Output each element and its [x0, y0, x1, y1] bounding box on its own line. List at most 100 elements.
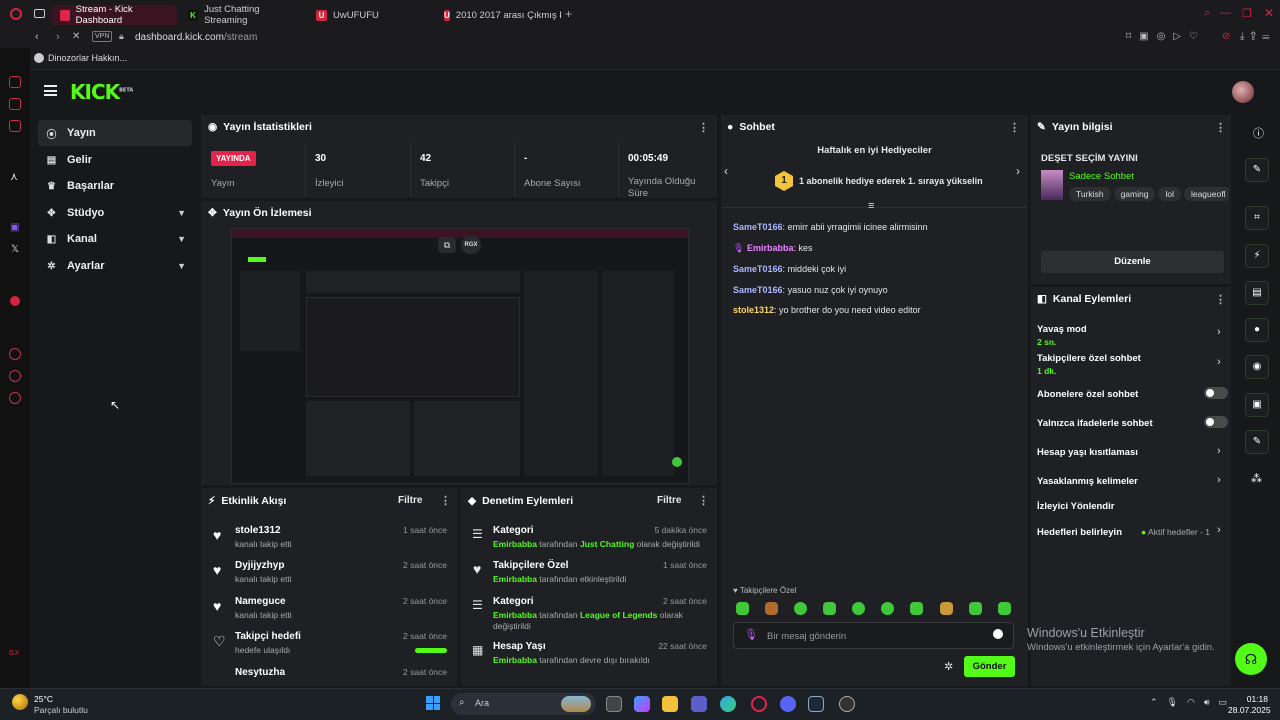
steam-icon[interactable]: [808, 696, 824, 712]
kick-logo[interactable]: KICKBETA: [70, 80, 133, 104]
clock-date[interactable]: 28.07.2025: [1228, 705, 1271, 715]
activity-filter-button[interactable]: Filtre: [398, 495, 422, 506]
emote-icon[interactable]: [940, 602, 953, 615]
chat-menu-icon[interactable]: ⋮: [1009, 121, 1020, 134]
chevron-right-icon[interactable]: ›: [1217, 326, 1221, 338]
emote-icon[interactable]: [794, 602, 807, 615]
hamburger-menu-icon[interactable]: [44, 85, 57, 96]
chevron-right-icon[interactable]: ›: [1217, 356, 1221, 368]
chat-user[interactable]: SameT0166: [733, 285, 783, 295]
gifters-prev-icon[interactable]: ‹: [724, 164, 728, 178]
file-explorer-icon[interactable]: [662, 696, 678, 712]
emote-icon[interactable]: [823, 602, 836, 615]
account-age-row[interactable]: Hesap yaşı kısıtlaması: [1037, 447, 1138, 458]
banned-words-row[interactable]: Yasaklanmış kelimeler: [1037, 476, 1138, 487]
download-menu-icons[interactable]: ⤓⇪☰: [1240, 31, 1276, 42]
stats-menu-icon[interactable]: ⋮: [698, 121, 709, 134]
activity-menu-icon[interactable]: ⋮: [440, 494, 451, 507]
scan-icon[interactable]: ⌗: [1245, 206, 1269, 230]
tab-2010-2017[interactable]: U 2010 2017 arası Çıkmış En: [436, 5, 561, 25]
gx-icon[interactable]: GX: [9, 650, 19, 657]
tab-just-chatting[interactable]: K Just Chatting Streaming: [180, 4, 305, 26]
followers-only-row[interactable]: Takipçilere özel sohbet 1 dk.: [1037, 353, 1141, 376]
windows-start-icon[interactable]: [426, 696, 440, 710]
opera-logo-icon[interactable]: [10, 8, 22, 20]
tray-icons[interactable]: ⌃🎙︎◠🔊︎▭: [1150, 697, 1236, 708]
channel-actions-menu-icon[interactable]: ⋮: [1215, 293, 1226, 306]
goals-row[interactable]: Hedefleri belirleyin: [1037, 527, 1122, 538]
weather-icon[interactable]: [12, 694, 28, 710]
tag[interactable]: lol: [1158, 187, 1181, 201]
twitch-icon[interactable]: ▣: [10, 222, 19, 233]
vpn-badge[interactable]: VPN: [92, 31, 113, 42]
chevron-right-icon[interactable]: ›: [1217, 474, 1221, 486]
edit-button[interactable]: Düzenle: [1041, 251, 1224, 273]
category-thumbnail[interactable]: [1041, 170, 1063, 200]
user-avatar[interactable]: [1232, 81, 1254, 103]
task-view-icon[interactable]: [606, 696, 622, 712]
history-icon[interactable]: [9, 348, 21, 360]
minimize-icon[interactable]: —: [1220, 7, 1231, 19]
nav-kanal[interactable]: ◧ Kanal ▼: [38, 226, 192, 252]
back-icon[interactable]: ‹: [35, 31, 39, 43]
opera-ai-icon[interactable]: ⊘: [1222, 31, 1230, 42]
emote-icon[interactable]: [998, 602, 1011, 615]
apps-icon[interactable]: ⁂: [1251, 472, 1262, 485]
edge-icon[interactable]: [720, 696, 736, 712]
raid-row[interactable]: İzleyici Yönlendir: [1037, 501, 1114, 512]
emote-icon[interactable]: [910, 602, 923, 615]
collapse-banner-icon[interactable]: ≡: [868, 200, 874, 212]
info-menu-icon[interactable]: ⋮: [1215, 121, 1226, 134]
emote-icon[interactable]: [969, 602, 982, 615]
nav-basarilar[interactable]: ♛ Başarılar: [38, 173, 192, 199]
nav-yayin[interactable]: ⦿ Yayın: [38, 120, 192, 146]
tag[interactable]: gaming: [1113, 187, 1156, 201]
record-icon[interactable]: [10, 296, 20, 306]
discord-icon[interactable]: [780, 696, 796, 712]
chat-settings-icon[interactable]: ✲: [944, 660, 953, 673]
emotes-only-toggle[interactable]: [1204, 416, 1228, 428]
chat-input[interactable]: 🎙︎ Bir mesaj gönderin: [733, 622, 1014, 649]
taskbar-search[interactable]: ⌕ Ara: [451, 693, 596, 715]
obs-icon[interactable]: [839, 696, 855, 712]
clock-time[interactable]: 01:18: [1246, 694, 1268, 704]
instagram-icon[interactable]: [9, 120, 21, 132]
category-link[interactable]: Sadece Sohbet: [1069, 171, 1134, 182]
forward-icon[interactable]: ›: [56, 31, 60, 43]
messenger-icon[interactable]: [9, 98, 21, 110]
extensions-icon[interactable]: [9, 370, 21, 382]
emote-icon[interactable]: [765, 602, 778, 615]
workspaces-icon[interactable]: [34, 9, 45, 18]
close-window-icon[interactable]: ✕: [1264, 6, 1274, 20]
chat-bubble-icon[interactable]: ●: [1245, 318, 1269, 342]
toolbar-icons[interactable]: ⌑▣◎▷♡: [1126, 31, 1206, 42]
emote-icon[interactable]: [881, 602, 894, 615]
wrench-icon[interactable]: ✎: [1245, 430, 1269, 454]
support-chat-icon[interactable]: ☊: [1235, 643, 1267, 675]
broadcast-icon[interactable]: ◉: [1245, 355, 1269, 379]
bookmark-item[interactable]: Dinozorlar Hakkın...: [48, 53, 127, 63]
weather-text[interactable]: Parçalı bulutlu: [34, 705, 88, 715]
info-icon[interactable]: ⓘ: [1253, 125, 1264, 141]
chat-user[interactable]: stole1312: [733, 305, 774, 315]
gifters-next-icon[interactable]: ›: [1016, 164, 1020, 178]
chevron-right-icon[interactable]: ›: [1217, 445, 1221, 457]
chat-user[interactable]: SameT0166: [733, 222, 783, 232]
moderation-filter-button[interactable]: Filtre: [657, 495, 681, 506]
chevron-right-icon[interactable]: ›: [1217, 524, 1221, 536]
teams-icon[interactable]: [691, 696, 707, 712]
subscribers-only-toggle[interactable]: [1204, 387, 1228, 399]
preview-video[interactable]: [231, 228, 689, 484]
maximize-icon[interactable]: ❐: [1242, 7, 1252, 20]
send-button[interactable]: Gönder: [964, 656, 1015, 677]
emoji-icon[interactable]: [993, 629, 1003, 639]
popout-icon[interactable]: ⧉: [438, 237, 456, 253]
tag[interactable]: leagueofl: [1183, 187, 1229, 201]
url-text[interactable]: dashboard.kick.com/stream: [135, 32, 257, 43]
document-icon[interactable]: ▤: [1245, 281, 1269, 305]
tag[interactable]: Turkish: [1069, 187, 1111, 201]
slow-mode-row[interactable]: Yavaş mod 2 sn.: [1037, 324, 1087, 347]
aria-icon[interactable]: [9, 76, 21, 88]
moderation-menu-icon[interactable]: ⋮: [698, 494, 709, 507]
settings-icon[interactable]: [9, 392, 21, 404]
